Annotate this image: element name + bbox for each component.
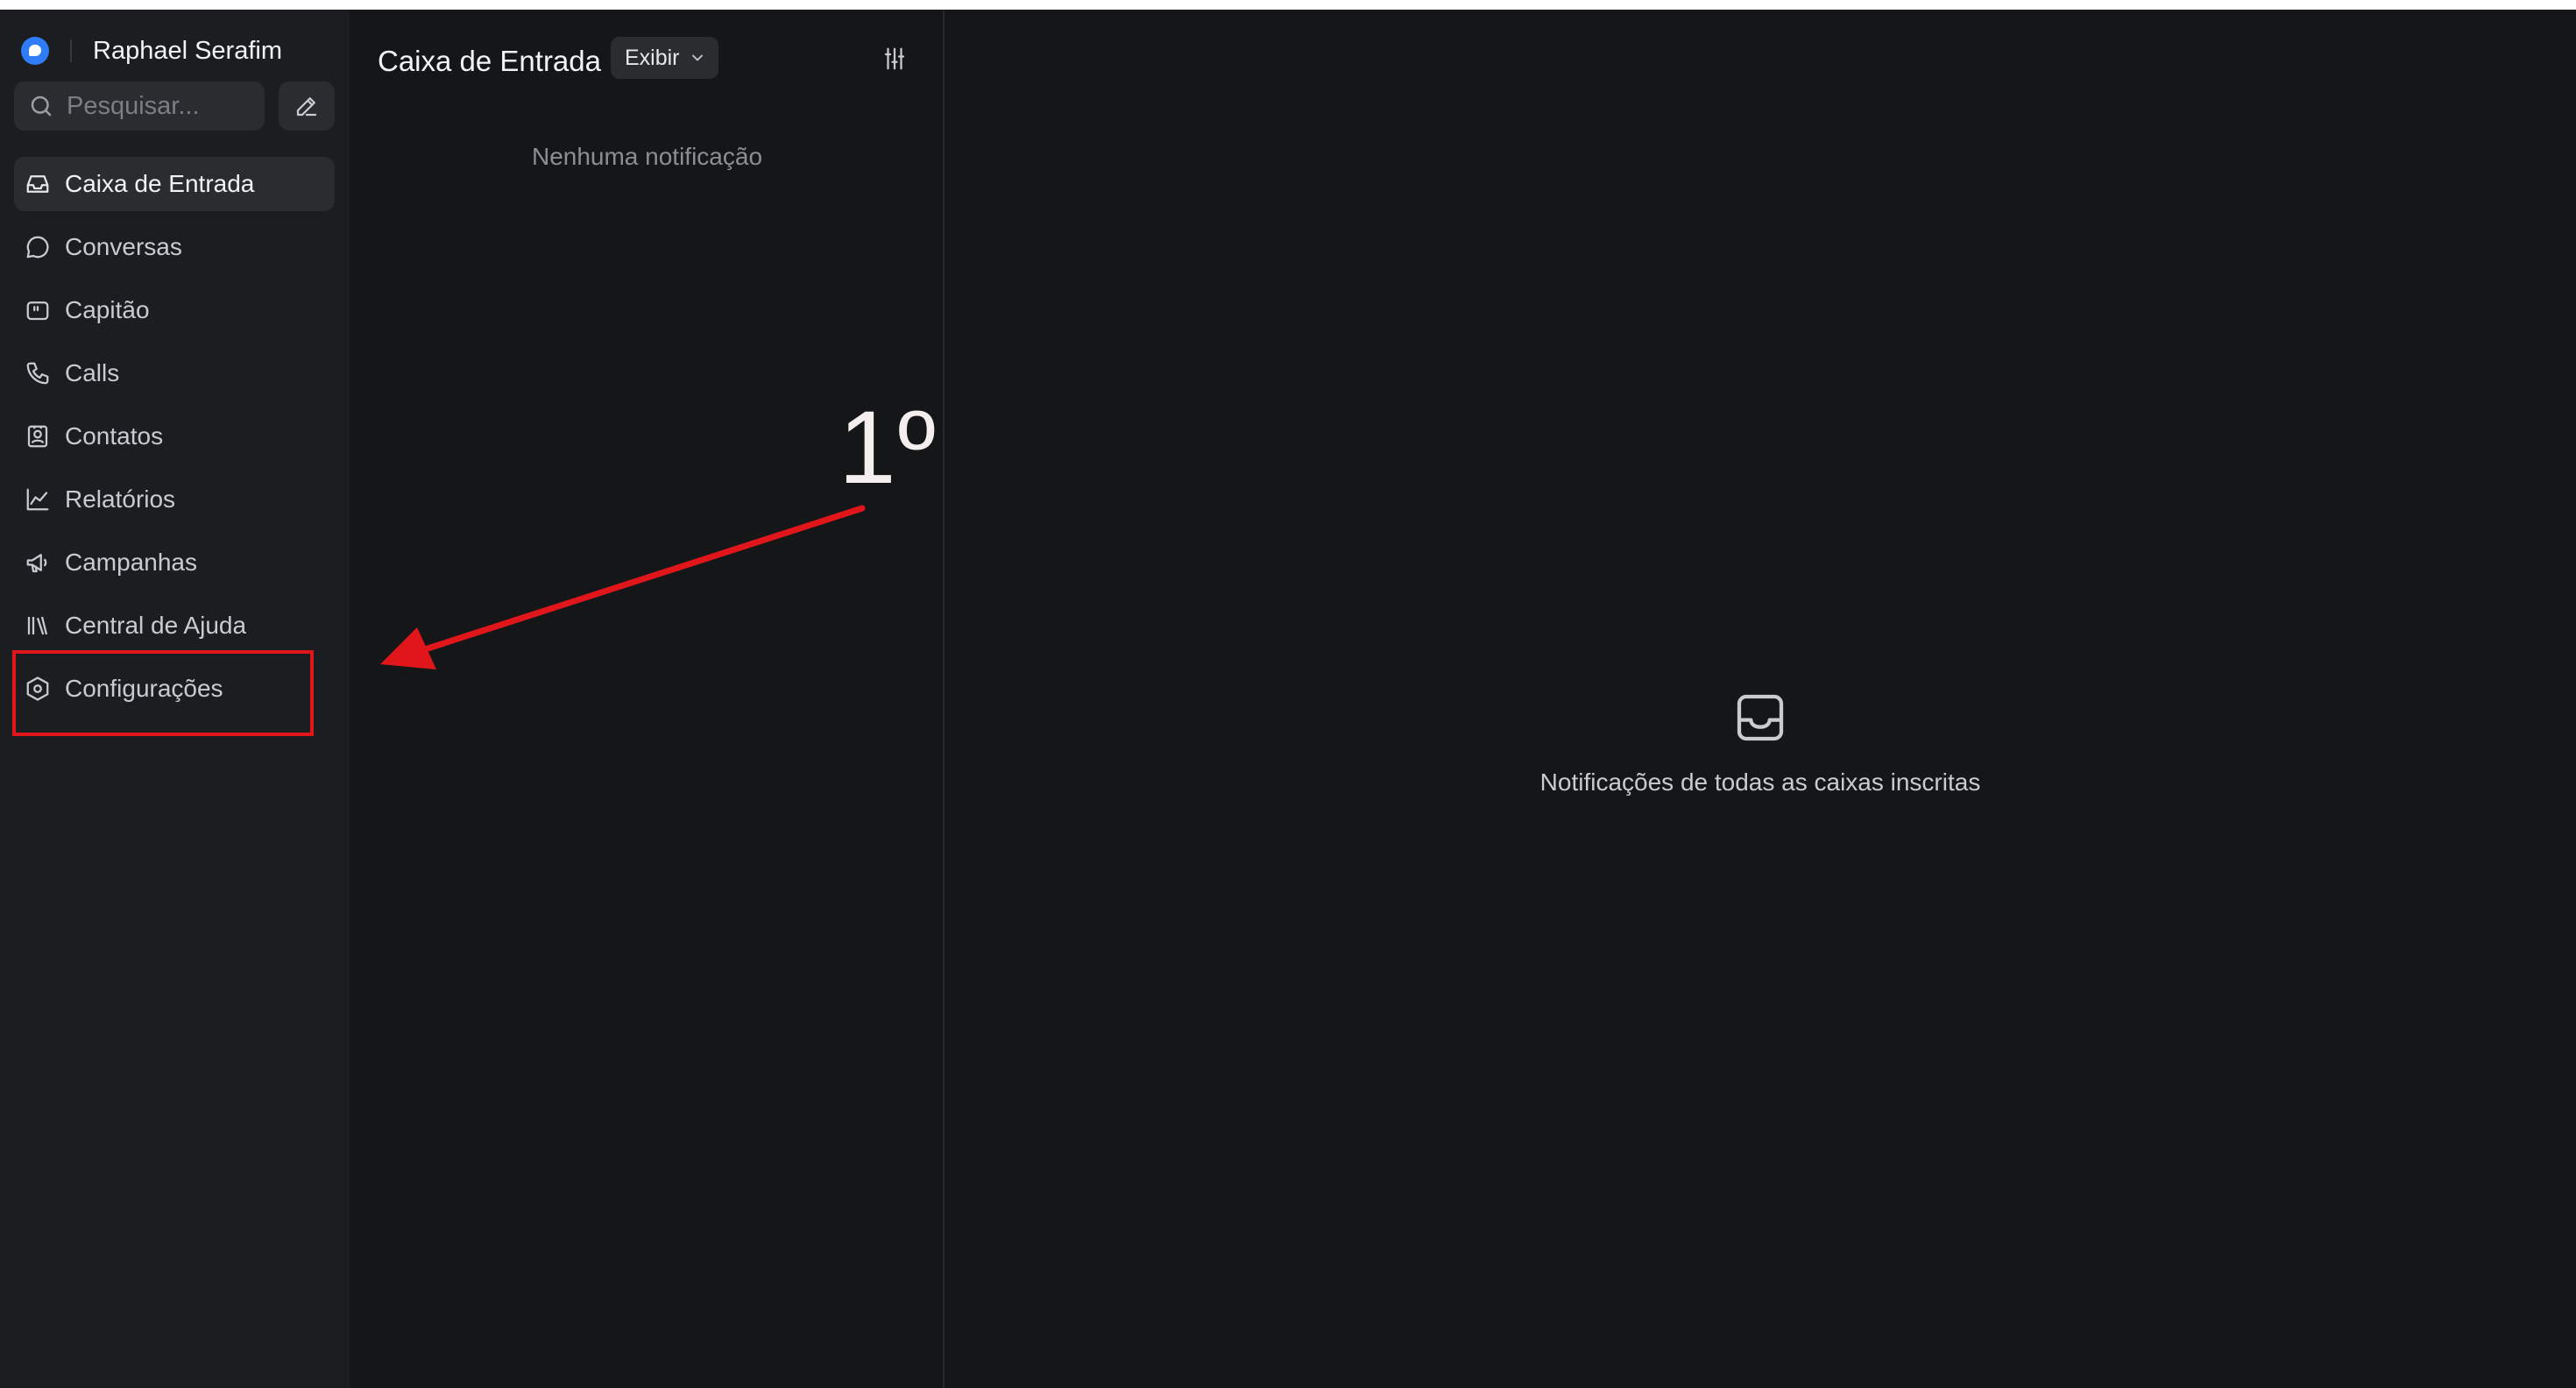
- sidebar-item-reports[interactable]: Relatórios: [14, 472, 335, 527]
- phone-icon: [26, 362, 49, 385]
- sidebar-item-campaigns[interactable]: Campanhas: [14, 535, 335, 590]
- view-dropdown-button[interactable]: Exibir: [611, 37, 718, 79]
- chat-bubble-icon: [26, 236, 49, 258]
- sidebar-item-label: Relatórios: [65, 485, 176, 513]
- search-icon: [31, 96, 52, 117]
- sidebar: Raphael Serafim Caixa de Entrada Convers…: [0, 10, 350, 1388]
- sidebar-item-label: Conversas: [65, 233, 182, 260]
- library-icon: [27, 616, 48, 635]
- account-switcher[interactable]: Raphael Serafim: [21, 31, 282, 71]
- chatwoot-logo-icon: [21, 37, 49, 65]
- page-title: Caixa de Entrada: [378, 45, 601, 77]
- settings-hexagon-icon: [26, 676, 49, 701]
- megaphone-icon: [26, 554, 47, 573]
- sidebar-item-calls[interactable]: Calls: [14, 346, 335, 400]
- sidebar-item-help-center[interactable]: Central de Ajuda: [14, 598, 335, 653]
- brand-divider: [70, 39, 72, 62]
- pencil-icon: [296, 97, 317, 117]
- chevron-down-icon: [691, 54, 703, 61]
- search-box[interactable]: [14, 81, 265, 131]
- notification-detail-pane: Notificações de todas as caixas inscrita…: [945, 10, 2576, 1388]
- annotation-step-label: 1º: [839, 390, 938, 506]
- sidebar-item-inbox[interactable]: Caixa de Entrada: [14, 157, 335, 211]
- sidebar-item-label: Calls: [65, 359, 120, 386]
- line-chart-icon: [26, 488, 49, 511]
- view-dropdown-label: Exibir: [625, 45, 680, 70]
- sidebar-item-label: Configurações: [65, 675, 223, 702]
- captain-bot-icon: [26, 301, 49, 321]
- sidebar-item-captain[interactable]: Capitão: [14, 283, 335, 337]
- sidebar-item-label: Caixa de Entrada: [65, 170, 255, 197]
- browser-top-strip: [0, 0, 2576, 10]
- sidebar-item-label: Contatos: [65, 422, 164, 450]
- inbox-icon: [26, 175, 49, 193]
- sidebar-item-label: Campanhas: [65, 549, 197, 576]
- empty-notifications-text: Nenhuma notificação: [531, 143, 763, 170]
- sidebar-item-conversations[interactable]: Conversas: [14, 220, 335, 274]
- compose-button[interactable]: [279, 81, 335, 131]
- sidebar-item-contacts[interactable]: Contatos: [14, 409, 335, 464]
- sidebar-item-label: Central de Ajuda: [65, 612, 247, 639]
- contact-card-icon: [27, 425, 48, 448]
- sidebar-item-label: Capitão: [65, 296, 150, 323]
- sidebar-nav: Caixa de Entrada Conversas Capitão Calls…: [14, 157, 335, 725]
- empty-state-message: Notificações de todas as caixas inscrita…: [1539, 768, 1981, 796]
- filter-settings-button[interactable]: [879, 43, 910, 74]
- notification-list-panel: Caixa de Entrada Exibir Nenhuma notifica…: [350, 10, 945, 1388]
- search-input[interactable]: [65, 90, 252, 122]
- account-name: Raphael Serafim: [93, 36, 282, 65]
- inbox-tray-icon: [1737, 694, 1784, 741]
- sliders-icon: [884, 47, 905, 70]
- sidebar-item-settings[interactable]: Configurações: [14, 662, 335, 716]
